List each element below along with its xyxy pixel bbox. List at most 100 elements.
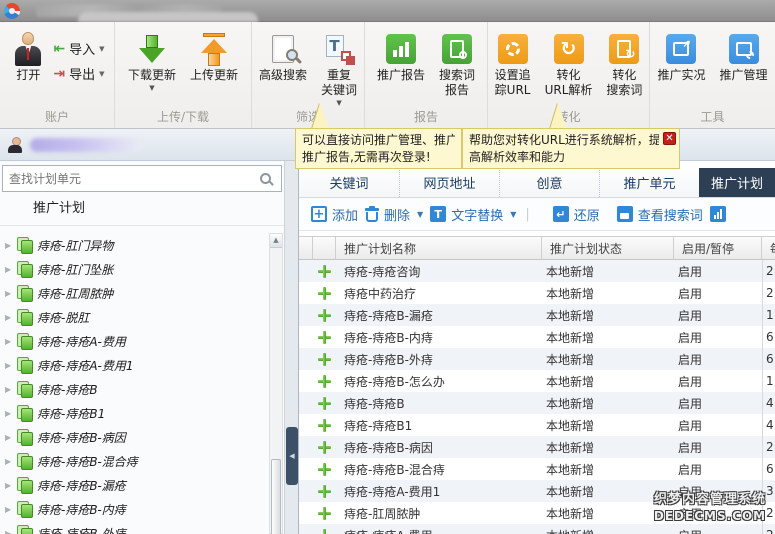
expand-arrow-icon[interactable]: ▶ xyxy=(5,385,13,394)
scrollbar-thumb[interactable] xyxy=(271,459,281,534)
expand-arrow-icon[interactable]: ▶ xyxy=(5,289,13,298)
expand-arrow-icon[interactable]: ▶ xyxy=(5,409,13,418)
header-cell-status[interactable]: 推广计划状态 xyxy=(542,237,674,259)
cell-plan-name: 痔疮-痔疮咨询 xyxy=(336,263,542,280)
cell-toggle[interactable]: 启用 xyxy=(674,395,762,412)
table-row[interactable]: 痔疮-痔疮B-内痔 本地新增 启用 6 xyxy=(299,326,775,348)
report-chart-icon[interactable] xyxy=(710,206,726,222)
tree-item[interactable]: ▶ 痔疮-痔疮B-内痔 xyxy=(0,497,268,521)
window-gear-icon xyxy=(729,34,759,64)
expand-plus-icon[interactable] xyxy=(318,287,331,300)
tab-keywords[interactable]: 关键词 xyxy=(299,168,399,197)
expand-plus-icon[interactable] xyxy=(318,463,331,476)
expand-plus-icon[interactable] xyxy=(318,265,331,278)
add-button[interactable]: + 添加 xyxy=(311,205,358,224)
expand-plus-icon[interactable] xyxy=(318,353,331,366)
header-cell-name[interactable]: 推广计划名称 xyxy=(336,237,542,259)
expand-arrow-icon[interactable]: ▶ xyxy=(5,241,13,250)
table-row[interactable]: 痔疮中药治疗 本地新增 启用 2 xyxy=(299,282,775,304)
table-row[interactable]: 痔疮-痔疮B-怎么办 本地新增 启用 1 xyxy=(299,370,775,392)
expand-plus-icon[interactable] xyxy=(318,441,331,454)
table-row[interactable]: 痔疮-痔疮B-漏疮 本地新增 启用 1 xyxy=(299,304,775,326)
cell-toggle[interactable]: 启用 xyxy=(674,527,762,534)
import-dropdown-caret-icon[interactable]: ▼ xyxy=(99,45,104,53)
delete-button[interactable]: 删除 xyxy=(365,205,410,224)
tree-item[interactable]: ▶ 痔疮-痔疮B xyxy=(0,377,268,401)
text-replace-button[interactable]: T 文字替换 xyxy=(430,205,503,224)
open-account-label: 打开 xyxy=(16,68,40,83)
tree-item[interactable]: ▶ 痔疮-痔疮B-漏疮 xyxy=(0,473,268,497)
download-dropdown-caret-icon[interactable]: ▼ xyxy=(149,84,154,92)
expand-plus-icon[interactable] xyxy=(318,485,331,498)
tab-web-addresses[interactable]: 网页地址 xyxy=(399,168,499,197)
cell-toggle[interactable]: 启用 xyxy=(674,417,762,434)
tree-item[interactable]: ▶ 痔疮-痔疮B-病因 xyxy=(0,425,268,449)
cell-plan-name: 痔疮-痔疮B-漏疮 xyxy=(336,307,542,324)
tab-promo-units[interactable]: 推广单元 xyxy=(599,168,699,197)
restore-button[interactable]: ↵ 还原 xyxy=(553,205,600,224)
close-icon[interactable]: ✕ xyxy=(663,132,676,145)
expand-arrow-icon[interactable]: ▶ xyxy=(5,457,13,466)
cell-toggle[interactable]: 启用 xyxy=(674,285,762,302)
delete-dropdown-caret-icon[interactable]: ▼ xyxy=(417,210,423,219)
expand-arrow-icon[interactable]: ▶ xyxy=(5,481,13,490)
cell-toggle[interactable]: 启用 xyxy=(674,461,762,478)
import-button[interactable]: ⇤ 导入 ▼ xyxy=(53,39,104,58)
expand-arrow-icon[interactable]: ▶ xyxy=(5,313,13,322)
tree-item[interactable]: ▶ 痔疮-肛周脓肿 xyxy=(0,281,268,305)
tree-item[interactable]: ▶ 痔疮-肛门异物 xyxy=(0,233,268,257)
table-row[interactable]: 痔疮-痔疮B-病因 本地新增 启用 2 xyxy=(299,436,775,458)
expand-plus-icon[interactable] xyxy=(318,419,331,432)
expand-arrow-icon[interactable]: ▶ xyxy=(5,505,13,514)
expand-arrow-icon[interactable]: ▶ xyxy=(5,433,13,442)
collapse-panel-button[interactable]: ◀ xyxy=(286,427,298,485)
plan-search-input[interactable] xyxy=(3,172,260,186)
view-search-terms-button[interactable]: 查看搜索词 xyxy=(617,205,703,224)
table-row[interactable]: 痔疮-痔疮咨询 本地新增 启用 2 xyxy=(299,260,775,282)
table-row[interactable]: 痔疮-痔疮B-外痔 本地新增 启用 6 xyxy=(299,348,775,370)
tree-item[interactable]: ▶ 痔疮-痔疮B-外痔 xyxy=(0,521,268,534)
tree-item[interactable]: ▶ 痔疮-脱肛 xyxy=(0,305,268,329)
tree-item[interactable]: ▶ 痔疮-痔疮A-费用1 xyxy=(0,353,268,377)
table-row[interactable]: 痔疮-痔疮B-混合痔 本地新增 启用 6 xyxy=(299,458,775,480)
header-cell-toggle[interactable]: 启用/暂停 xyxy=(674,237,762,259)
panel-splitter[interactable]: ◀ xyxy=(284,161,299,534)
export-icon: ⇥ xyxy=(53,66,65,82)
export-dropdown-caret-icon[interactable]: ▼ xyxy=(99,70,104,78)
expand-plus-icon[interactable] xyxy=(318,331,331,344)
cell-toggle[interactable]: 启用 xyxy=(674,307,762,324)
table-row[interactable]: 痔疮-痔疮B 本地新增 启用 4 xyxy=(299,392,775,414)
tree-item[interactable]: ▶ 痔疮-肛门坠胀 xyxy=(0,257,268,281)
tree-scrollbar[interactable]: ▲ xyxy=(269,233,283,534)
cell-toggle[interactable]: 启用 xyxy=(674,263,762,280)
scroll-up-arrow-icon[interactable]: ▲ xyxy=(270,234,282,248)
expand-arrow-icon[interactable]: ▶ xyxy=(5,529,13,534)
cell-toggle[interactable]: 启用 xyxy=(674,329,762,346)
search-icon[interactable] xyxy=(260,173,271,184)
header-cell-budget[interactable]: 每 xyxy=(762,237,775,259)
duplicate-keywords-caret-icon[interactable]: ▼ xyxy=(336,99,341,107)
expand-plus-icon[interactable] xyxy=(318,507,331,520)
title-bar[interactable] xyxy=(0,0,775,22)
expand-plus-icon[interactable] xyxy=(318,309,331,322)
cell-toggle[interactable]: 启用 xyxy=(674,373,762,390)
tree-item[interactable]: ▶ 痔疮-痔疮A-费用 xyxy=(0,329,268,353)
expand-plus-icon[interactable] xyxy=(318,375,331,388)
tab-promo-plans[interactable]: 推广计划 xyxy=(699,168,775,197)
tree-item[interactable]: ▶ 痔疮-痔疮B1 xyxy=(0,401,268,425)
export-button[interactable]: ⇥ 导出 ▼ xyxy=(53,64,104,83)
expand-arrow-icon[interactable]: ▶ xyxy=(5,265,13,274)
table-row[interactable]: 痔疮-痔疮B1 本地新增 启用 4 xyxy=(299,414,775,436)
expand-arrow-icon[interactable]: ▶ xyxy=(5,337,13,346)
tab-creatives[interactable]: 创意 xyxy=(499,168,599,197)
cell-toggle[interactable]: 启用 xyxy=(674,439,762,456)
expand-arrow-icon[interactable]: ▶ xyxy=(5,361,13,370)
tree-item-label: 痔疮-肛门异物 xyxy=(37,237,113,254)
expand-plus-icon[interactable] xyxy=(318,397,331,410)
expand-plus-icon[interactable] xyxy=(318,529,331,534)
cell-toggle[interactable]: 启用 xyxy=(674,351,762,368)
tree-item[interactable]: ▶ 痔疮-痔疮B-混合痔 xyxy=(0,449,268,473)
table-row[interactable]: 痔疮-痔疮A-费用 本地新增 启用 2 xyxy=(299,524,775,534)
cell-plan-status: 本地新增 xyxy=(542,439,674,456)
text-replace-caret-icon[interactable]: ▼ xyxy=(510,210,516,219)
